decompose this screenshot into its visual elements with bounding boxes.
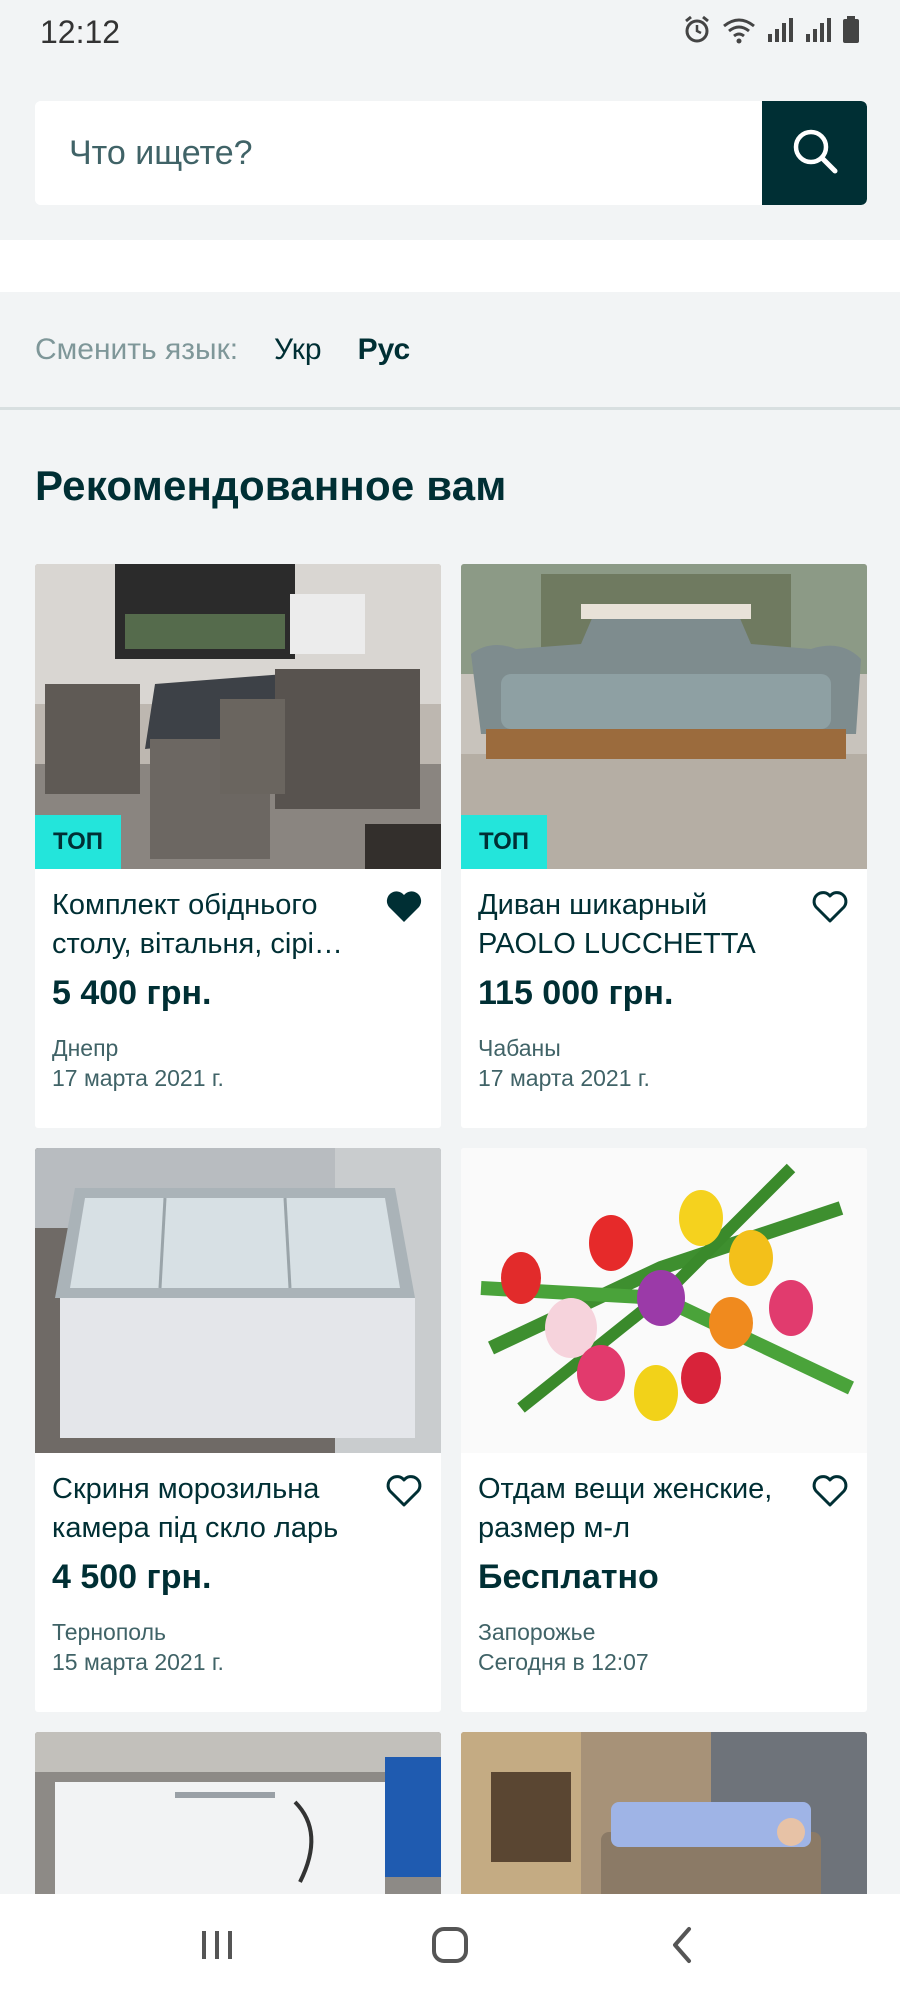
listing-city: Запорожье <box>478 1619 596 1645</box>
status-bar: 12:12 <box>0 0 900 64</box>
back-icon[interactable] <box>663 1925 703 1970</box>
listing-date: 17 марта 2021 г. <box>478 1065 650 1091</box>
listing-title[interactable]: Комплект обіднього столу, вітальня, сірі… <box>52 886 372 964</box>
status-icons <box>682 15 860 50</box>
language-option-rus[interactable]: Рус <box>358 333 411 367</box>
language-option-ukr[interactable]: Укр <box>274 333 322 367</box>
search-area <box>0 64 900 240</box>
battery-icon <box>842 15 860 49</box>
listing-card[interactable]: Скриня морозильна камера під скло ларь 4… <box>35 1148 441 1712</box>
search-icon <box>790 126 840 181</box>
listing-title[interactable]: Скриня морозильна камера під скло ларь <box>52 1470 372 1548</box>
listing-card[interactable] <box>35 1732 441 1902</box>
listing-date: 17 марта 2021 г. <box>52 1065 224 1091</box>
top-badge: ТОП <box>35 815 121 869</box>
language-label: Сменить язык: <box>35 332 239 366</box>
signal-icon <box>766 16 794 49</box>
listing-city: Тернополь <box>52 1619 166 1645</box>
recent-apps-icon[interactable] <box>197 1925 237 1970</box>
listing-photo-tulips[interactable] <box>461 1148 867 1453</box>
section-title: Рекомендованное вам <box>35 462 507 509</box>
heart-icon[interactable] <box>810 1470 850 1510</box>
listing-card[interactable]: Отдам вещи женские, размер м-л Бесплатно… <box>461 1148 867 1712</box>
listing-date: 15 марта 2021 г. <box>52 1649 224 1675</box>
listing-card[interactable]: ТОП Диван шикарный PAOLO LUCCHETTA 115 0… <box>461 564 867 1128</box>
search-input[interactable] <box>35 101 762 205</box>
listing-price: Бесплатно <box>478 1558 659 1596</box>
top-badge: ТОП <box>461 815 547 869</box>
listing-city: Днепр <box>52 1035 119 1061</box>
listing-info: Отдам вещи женские, размер м-л Бесплатно… <box>478 1470 850 1677</box>
wifi-icon <box>722 16 756 49</box>
listing-price: 115 000 грн. <box>478 974 674 1012</box>
listing-title[interactable]: Диван шикарный PAOLO LUCCHETTA <box>478 886 798 964</box>
listing-price: 4 500 грн. <box>52 1558 212 1596</box>
system-nav-bar <box>0 1894 900 2000</box>
listing-photo-chest-freezer[interactable] <box>35 1732 441 1902</box>
heart-icon[interactable] <box>384 1470 424 1510</box>
home-icon[interactable] <box>430 1925 470 1970</box>
listing-meta: Тернополь 15 марта 2021 г. <box>52 1617 424 1677</box>
search-box <box>35 101 867 205</box>
signal-icon-2 <box>804 16 832 49</box>
listing-photo-patio-set[interactable]: ТОП <box>35 564 441 869</box>
listing-grid: ТОП Комплект обіднього столу, вітальня, … <box>35 564 867 1902</box>
heart-filled-icon[interactable] <box>384 886 424 926</box>
listing-info: Комплект обіднього столу, вітальня, сірі… <box>52 886 424 1093</box>
listing-meta: Запорожье Сегодня в 12:07 <box>478 1617 850 1677</box>
listing-date: Сегодня в 12:07 <box>478 1649 649 1675</box>
listing-meta: Днепр 17 марта 2021 г. <box>52 1033 424 1093</box>
listing-city: Чабаны <box>478 1035 561 1061</box>
listing-card[interactable]: ТОП Комплект обіднього столу, вітальня, … <box>35 564 441 1128</box>
listing-photo-sofa[interactable]: ТОП <box>461 564 867 869</box>
listing-card[interactable] <box>461 1732 867 1902</box>
listing-info: Скриня морозильна камера під скло ларь 4… <box>52 1470 424 1677</box>
alarm-icon <box>682 15 712 50</box>
language-switcher: Сменить язык: Укр Рус <box>0 292 900 410</box>
listing-price: 5 400 грн. <box>52 974 212 1012</box>
status-time: 12:12 <box>40 13 121 50</box>
listing-photo-outdoor-sofa[interactable] <box>461 1732 867 1902</box>
divider-band <box>0 240 900 292</box>
listing-meta: Чабаны 17 марта 2021 г. <box>478 1033 850 1093</box>
listing-photo-freezer[interactable] <box>35 1148 441 1453</box>
search-button[interactable] <box>762 101 867 205</box>
heart-icon[interactable] <box>810 886 850 926</box>
listing-info: Диван шикарный PAOLO LUCCHETTA 115 000 г… <box>478 886 850 1093</box>
listing-title[interactable]: Отдам вещи женские, размер м-л <box>478 1470 798 1548</box>
